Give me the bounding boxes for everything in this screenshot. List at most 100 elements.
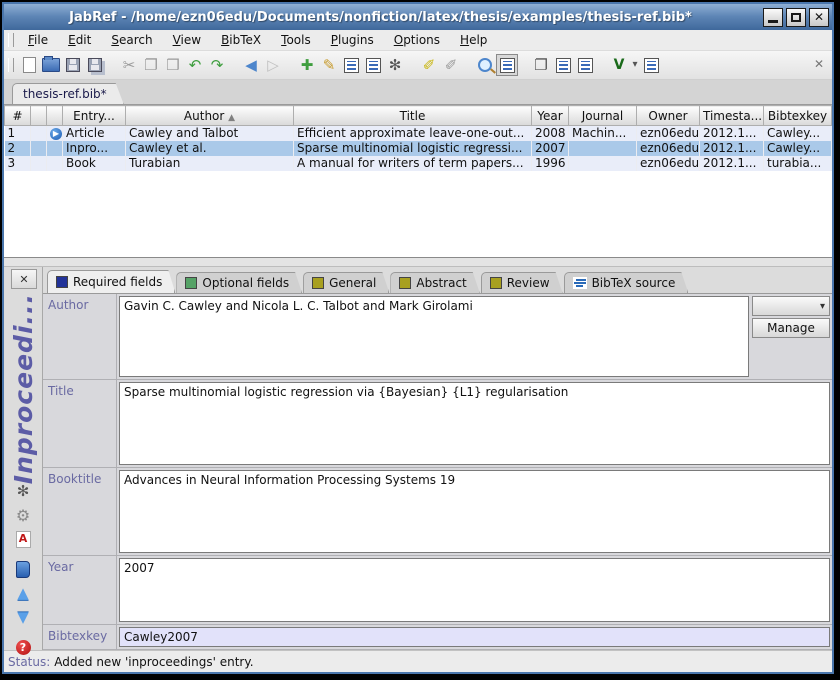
col-header-owner[interactable]: Owner bbox=[637, 106, 700, 126]
new-entry-button[interactable]: ✚ bbox=[296, 54, 318, 76]
redo-button[interactable]: ↷ bbox=[206, 54, 228, 76]
toolbar-drag-handle[interactable] bbox=[8, 58, 14, 72]
col-header-icon1[interactable] bbox=[31, 106, 47, 126]
title-field-input[interactable]: Sparse multinomial logistic regression v… bbox=[119, 382, 830, 465]
push-to-lyx-button[interactable] bbox=[552, 54, 574, 76]
push-doc-icon bbox=[556, 58, 571, 73]
save-icon bbox=[66, 58, 80, 72]
col-header-journal[interactable]: Journal bbox=[569, 106, 637, 126]
save-all-button[interactable] bbox=[84, 54, 106, 76]
table-editor-splitter[interactable] bbox=[4, 258, 832, 267]
menu-file[interactable]: File bbox=[18, 31, 58, 49]
menu-edit[interactable]: Edit bbox=[58, 31, 101, 49]
copy-button[interactable]: ❐ bbox=[140, 54, 162, 76]
cut-button[interactable]: ✂ bbox=[118, 54, 140, 76]
col-header-bibtexkey[interactable]: Bibtexkey bbox=[764, 106, 832, 126]
status-bar: Status: Added new 'inproceedings' entry. bbox=[4, 650, 832, 672]
year-field-input[interactable]: 2007 bbox=[119, 558, 830, 621]
push-to-emacs-button[interactable] bbox=[574, 54, 596, 76]
export-button[interactable] bbox=[640, 54, 662, 76]
copy-icon: ❐ bbox=[144, 58, 157, 73]
table-row-selected[interactable]: 2 Inpro... Cawley et al. Sparse multinom… bbox=[5, 141, 832, 156]
minimize-button[interactable] bbox=[763, 8, 783, 27]
url-link-icon[interactable]: ▶ bbox=[50, 128, 62, 140]
col-header-year[interactable]: Year bbox=[532, 106, 569, 126]
open-file-button[interactable] bbox=[16, 557, 30, 581]
previous-entry-button[interactable]: ▲ bbox=[17, 581, 29, 605]
table-row[interactable]: 1 ▶ Article Cawley and Talbot Efficient … bbox=[5, 126, 832, 142]
edit-strings-icon bbox=[366, 58, 381, 73]
next-entry-button[interactable]: ▼ bbox=[17, 605, 29, 629]
required-fields-panel: Author Gavin C. Cawley and Nicola L. C. … bbox=[43, 293, 832, 650]
menu-options[interactable]: Options bbox=[384, 31, 450, 49]
generate-key-button[interactable]: ✻ bbox=[17, 479, 30, 503]
col-header-title[interactable]: Title bbox=[294, 106, 532, 126]
file-tab[interactable]: thesis-ref.bib* bbox=[12, 83, 124, 104]
edit-strings-button[interactable] bbox=[362, 54, 384, 76]
menu-search[interactable]: Search bbox=[101, 31, 162, 49]
col-header-entrytype[interactable]: Entry... bbox=[63, 106, 126, 126]
tab-optional-fields[interactable]: Optional fields bbox=[176, 272, 302, 293]
fetch-medline-button[interactable]: V bbox=[608, 54, 630, 76]
forward-button[interactable]: ▷ bbox=[262, 54, 284, 76]
tab-bibtex-source[interactable]: BibTeX source bbox=[564, 272, 689, 293]
new-database-button[interactable] bbox=[18, 54, 40, 76]
author-field-input[interactable]: Gavin C. Cawley and Nicola L. C. Talbot … bbox=[119, 296, 749, 377]
edit-entry-button[interactable]: ✎ bbox=[318, 54, 340, 76]
author-name-format-select[interactable]: ▾ bbox=[752, 296, 830, 316]
search-icon bbox=[478, 58, 492, 72]
maximize-button[interactable] bbox=[786, 8, 806, 27]
mark-icon: ✐ bbox=[423, 58, 436, 73]
tab-general[interactable]: General bbox=[303, 272, 389, 293]
file-tab-bar: thesis-ref.bib* bbox=[4, 80, 832, 105]
back-button[interactable]: ◀ bbox=[240, 54, 262, 76]
optional-fields-icon bbox=[185, 277, 197, 289]
export-doc-icon bbox=[644, 58, 659, 73]
menubar-drag-handle[interactable] bbox=[8, 33, 14, 47]
close-editor-button[interactable]: ✕ bbox=[11, 269, 37, 289]
menu-tools[interactable]: Tools bbox=[271, 31, 321, 49]
save-database-button[interactable] bbox=[62, 54, 84, 76]
help-icon: ? bbox=[16, 640, 31, 655]
tab-review[interactable]: Review bbox=[481, 272, 563, 293]
table-row[interactable]: 3 Book Turabian A manual for writers of … bbox=[5, 156, 832, 171]
undo-button[interactable]: ↶ bbox=[184, 54, 206, 76]
mark-entries-button[interactable]: ✐ bbox=[418, 54, 440, 76]
window-title: JabRef - /home/ezn06edu/Documents/nonfic… bbox=[4, 10, 757, 25]
tab-required-fields[interactable]: Required fields bbox=[47, 270, 175, 293]
menu-bibtex[interactable]: BibTeX bbox=[211, 31, 271, 49]
unmark-entries-button[interactable]: ✐ bbox=[440, 54, 462, 76]
open-database-button[interactable] bbox=[40, 54, 62, 76]
tab-abstract[interactable]: Abstract bbox=[390, 272, 479, 293]
settings-button[interactable]: ⚙ bbox=[16, 503, 30, 527]
manage-button[interactable]: Manage bbox=[752, 318, 830, 338]
close-button[interactable]: ✕ bbox=[809, 8, 829, 27]
open-pdf-button[interactable]: A bbox=[16, 527, 31, 551]
wizard-button[interactable]: ✻ bbox=[384, 54, 406, 76]
bibtexkey-field-input[interactable]: Cawley2007 bbox=[119, 627, 830, 647]
entry-table-container: # Entry... Author ▲ Title Year Journal O… bbox=[4, 105, 832, 258]
paste-button[interactable]: ❒ bbox=[162, 54, 184, 76]
duplicate-button[interactable]: ❐ bbox=[530, 54, 552, 76]
fetch-dropdown-button[interactable]: ▾ bbox=[630, 54, 640, 76]
review-tab-icon bbox=[490, 277, 502, 289]
col-header-icon2[interactable] bbox=[47, 106, 63, 126]
toggle-preview-button[interactable] bbox=[496, 54, 518, 76]
menu-view[interactable]: View bbox=[163, 31, 211, 49]
paste-icon: ❒ bbox=[166, 58, 179, 73]
edit-preamble-icon bbox=[344, 58, 359, 73]
toolbar-close-icon[interactable]: ✕ bbox=[814, 57, 824, 71]
edit-preamble-button[interactable] bbox=[340, 54, 362, 76]
gear-icon: ⚙ bbox=[16, 506, 30, 525]
col-header-num[interactable]: # bbox=[5, 106, 31, 126]
booktitle-field-input[interactable]: Advances in Neural Information Processin… bbox=[119, 470, 830, 553]
col-header-timestamp[interactable]: Timesta... bbox=[700, 106, 764, 126]
arrow-up-icon: ▲ bbox=[17, 584, 29, 602]
unmark-icon: ✐ bbox=[445, 58, 458, 73]
search-button[interactable] bbox=[474, 54, 496, 76]
help-button[interactable]: ? bbox=[16, 635, 31, 659]
col-header-author[interactable]: Author ▲ bbox=[126, 106, 294, 126]
menu-help[interactable]: Help bbox=[450, 31, 497, 49]
menu-plugins[interactable]: Plugins bbox=[321, 31, 384, 49]
entry-type-label: Inproceedi... bbox=[9, 293, 38, 484]
